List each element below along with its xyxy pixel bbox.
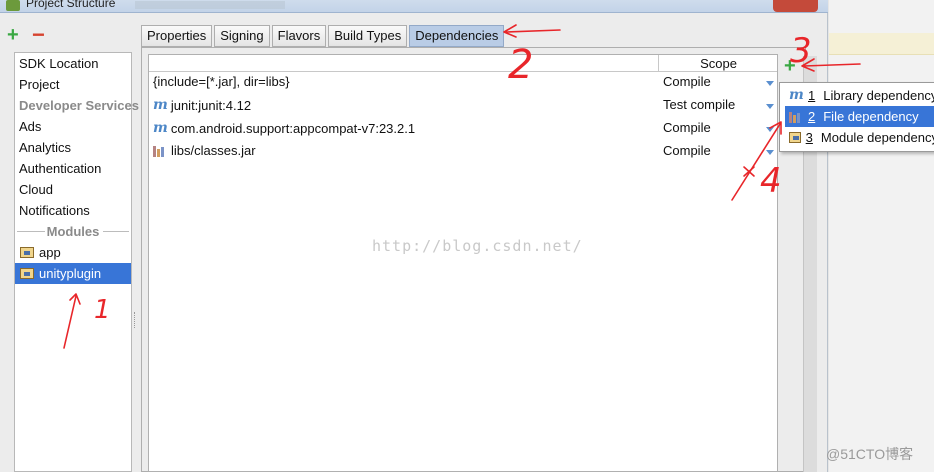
sidebar-header-developer-services: Developer Services — [19, 98, 139, 113]
add-dependency-button[interactable]: + — [784, 56, 796, 76]
menu-item-file-dependency[interactable]: 2 File dependency — [785, 106, 934, 127]
window-title: Project Structure — [26, 0, 116, 10]
module-folder-icon — [789, 132, 801, 143]
menu-item-label: File dependency — [823, 109, 919, 124]
tab-dependencies[interactable]: Dependencies — [409, 25, 505, 47]
close-window-button[interactable] — [773, 0, 818, 12]
scope-value[interactable]: Compile — [663, 143, 711, 158]
add-dependency-menu: m 1 Library dependency 2 File dependency… — [779, 82, 934, 152]
splitter-grip-icon — [134, 312, 137, 328]
scope-value[interactable]: Test compile — [663, 97, 735, 112]
table-row[interactable]: m com.android.support:appcompat-v7:23.2.… — [149, 118, 777, 141]
scope-value[interactable]: Compile — [663, 74, 711, 89]
android-studio-icon — [6, 0, 20, 11]
tab-bar: Properties Signing Flavors Build Types D… — [141, 25, 506, 47]
maven-icon: m — [153, 97, 168, 113]
dependency-name: m junit:junit:4.12 — [153, 97, 251, 113]
module-folder-icon — [20, 247, 34, 258]
module-label: app — [39, 245, 61, 260]
dependency-label: libs/classes.jar — [171, 143, 256, 158]
sidebar-item-cloud[interactable]: Cloud — [15, 179, 131, 200]
table-header: Scope — [149, 55, 777, 72]
menu-item-label: Library dependency — [823, 88, 934, 103]
maven-icon: m — [153, 120, 168, 136]
module-label: unityplugin — [39, 266, 102, 281]
add-module-button[interactable]: + — [7, 25, 19, 45]
panel-splitter[interactable] — [133, 52, 138, 472]
chevron-down-icon[interactable] — [766, 150, 774, 155]
watermark-text: http://blog.csdn.net/ — [372, 237, 583, 255]
sidebar-item-sdk-location[interactable]: SDK Location — [15, 53, 131, 74]
remove-module-button[interactable]: − — [32, 24, 45, 46]
tab-build-types[interactable]: Build Types — [328, 25, 408, 47]
sidebar-item-notifications[interactable]: Notifications — [15, 200, 131, 221]
tab-flavors[interactable]: Flavors — [271, 25, 327, 47]
scope-value[interactable]: Compile — [663, 120, 711, 135]
menu-item-label: Module dependency — [820, 130, 934, 145]
tab-properties[interactable]: Properties — [141, 25, 213, 47]
jar-icon — [153, 145, 167, 157]
sidebar-header-modules: Modules — [15, 221, 131, 242]
menu-item-number: 2 — [808, 109, 816, 124]
dependency-label: junit:junit:4.12 — [170, 97, 252, 113]
title-blurred-path — [135, 1, 285, 9]
dependency-name: {include=[*.jar], dir=libs} — [153, 74, 290, 89]
table-row[interactable]: {include=[*.jar], dir=libs} Compile — [149, 72, 777, 95]
chevron-down-icon[interactable] — [766, 127, 774, 132]
dependency-label: {include=[*.jar], dir=libs} — [153, 74, 290, 89]
table-row[interactable]: libs/classes.jar Compile — [149, 141, 777, 164]
dependency-name: m com.android.support:appcompat-v7:23.2.… — [153, 120, 415, 136]
chevron-down-icon[interactable] — [766, 104, 774, 109]
background-highlight-bar — [829, 33, 934, 55]
sidebar-item-project[interactable]: Project — [15, 74, 131, 95]
maven-icon: m — [789, 87, 804, 103]
menu-item-number: 3 — [805, 130, 813, 145]
column-header-scope[interactable]: Scope — [658, 55, 778, 71]
sidebar-item-analytics[interactable]: Analytics — [15, 137, 131, 158]
dependency-name: libs/classes.jar — [153, 143, 256, 158]
sidebar-item-module-unityplugin[interactable]: unityplugin — [15, 263, 131, 284]
jar-icon — [789, 111, 803, 123]
module-folder-icon — [20, 268, 34, 279]
sidebar-item-ads[interactable]: Ads — [15, 116, 131, 137]
sidebar-item-authentication[interactable]: Authentication — [15, 158, 131, 179]
background-editor — [829, 0, 934, 472]
menu-item-library-dependency[interactable]: m 1 Library dependency — [780, 85, 934, 106]
sidebar: SDK Location Project Developer Services … — [14, 52, 139, 472]
table-row[interactable]: m junit:junit:4.12 Test compile — [149, 95, 777, 118]
window-titlebar: Project Structure — [0, 0, 828, 13]
menu-item-module-dependency[interactable]: 3 Module dependency — [780, 127, 934, 148]
dependency-label: com.android.support:appcompat-v7:23.2.1 — [170, 120, 416, 136]
corner-watermark: @51CTO博客 — [826, 446, 914, 462]
sidebar-item-module-app[interactable]: app — [15, 242, 131, 263]
menu-item-number: 1 — [808, 88, 816, 103]
tab-signing[interactable]: Signing — [214, 25, 270, 47]
chevron-down-icon[interactable] — [766, 81, 774, 86]
dependencies-table: Scope {include=[*.jar], dir=libs} Compil… — [148, 54, 778, 472]
